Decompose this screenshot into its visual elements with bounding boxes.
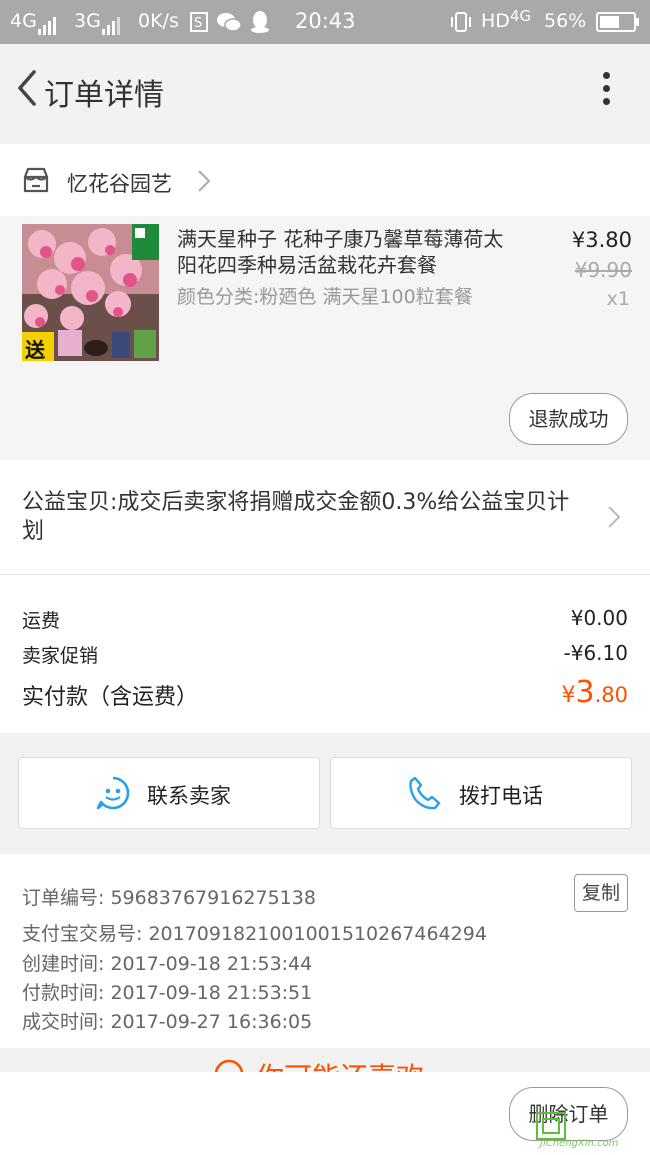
network-speed: 0K/s xyxy=(138,10,179,32)
signal-icon xyxy=(102,13,122,35)
recommend-title: 你可能还喜欢 xyxy=(256,1056,424,1072)
product-price: ¥3.80 xyxy=(571,228,632,252)
promotion-label: 卖家促销 xyxy=(22,645,99,667)
price-summary: 运费 ¥0.00 卖家促销 -¥6.10 实付款（含运费） ¥3.80 xyxy=(0,574,650,733)
battery-icon xyxy=(596,12,640,37)
charity-row[interactable]: 公益宝贝:成交后卖家将捐赠成交金额0.3%给公益宝贝计划 xyxy=(0,460,650,574)
shipping-value: ¥0.00 xyxy=(570,606,628,630)
product-attributes: 颜色分类:粉廼色 满天星100粒套餐 xyxy=(177,286,473,308)
alipay-transaction-number: 支付宝交易号: 2017091821001001510267464294 xyxy=(22,923,487,945)
store-icon xyxy=(22,166,50,198)
chevron-right-icon xyxy=(606,504,622,534)
status-bar: 4G 3G 0K/s S 20:43 HD 4G 56% xyxy=(0,0,650,44)
total-value: ¥3.80 xyxy=(562,675,629,710)
call-seller-label: 拨打电话 xyxy=(459,784,543,808)
signal-icon xyxy=(38,13,58,35)
order-info: 订单编号: 59683767916275138 复制 支付宝交易号: 20170… xyxy=(0,854,650,1048)
charity-text: 公益宝贝:成交后卖家将捐赠成交金额0.3%给公益宝贝计划 xyxy=(22,490,570,544)
chevron-right-icon xyxy=(196,168,212,198)
battery-percent: 56% xyxy=(544,10,587,32)
delete-order-button[interactable]: 删除订单 xyxy=(509,1087,628,1141)
total-integer: 3 xyxy=(575,675,595,710)
network-label-4g-secondary: 4G xyxy=(510,7,532,25)
created-time: 创建时间: 2017-09-18 21:53:44 xyxy=(22,953,313,975)
refund-status-button[interactable]: 退款成功 xyxy=(509,393,628,445)
heart-smile-icon xyxy=(214,1059,244,1072)
product-quantity: x1 xyxy=(606,288,630,310)
page-title: 订单详情 xyxy=(44,78,164,113)
recommend-header: 你可能还喜欢 xyxy=(0,1048,650,1072)
s-badge-icon: S xyxy=(190,12,208,37)
total-currency: ¥ xyxy=(561,683,576,708)
shop-row[interactable]: 忆花谷园艺 xyxy=(0,144,650,216)
chat-bubble-icon xyxy=(95,775,131,815)
order-number: 订单编号: 59683767916275138 xyxy=(22,887,316,909)
wechat-icon xyxy=(216,11,242,38)
more-dots-icon xyxy=(602,72,610,79)
gift-badge: 送 xyxy=(25,338,45,361)
total-decimal: .80 xyxy=(594,683,628,707)
qq-icon xyxy=(250,10,270,39)
paid-time: 付款时间: 2017-09-18 21:53:51 xyxy=(22,982,313,1004)
chevron-left-icon xyxy=(18,70,36,106)
watermark-text: JiChengXin.com xyxy=(540,1138,619,1149)
clock: 20:43 xyxy=(295,9,356,33)
call-seller-button[interactable]: 拨打电话 xyxy=(330,757,632,829)
hd-label: HD xyxy=(481,10,510,32)
more-menu-button[interactable] xyxy=(592,68,620,108)
network-label-3g: 3G xyxy=(74,10,101,32)
shipping-label: 运费 xyxy=(22,610,61,632)
contact-seller-label: 联系卖家 xyxy=(147,784,231,808)
phone-icon xyxy=(407,775,443,815)
footer-bar: 删除订单 JiChengXin.com xyxy=(0,1072,650,1155)
product-title[interactable]: 满天星种子 花种子康乃馨草莓薄荷太阳花四季种易活盆栽花卉套餐 xyxy=(177,226,517,278)
vibrate-icon xyxy=(450,11,472,38)
completed-time: 成交时间: 2017-09-27 16:36:05 xyxy=(22,1011,313,1033)
title-bar: 订单详情 xyxy=(0,44,650,132)
network-label-4g: 4G xyxy=(10,10,37,32)
contact-seller-button[interactable]: 联系卖家 xyxy=(18,757,320,829)
promotion-value: -¥6.10 xyxy=(563,641,628,665)
shop-name: 忆花谷园艺 xyxy=(67,172,172,196)
copy-button[interactable]: 复制 xyxy=(574,874,628,912)
total-label: 实付款（含运费） xyxy=(22,685,199,710)
product-thumbnail[interactable]: 送 xyxy=(22,224,159,361)
product-original-price: ¥9.90 xyxy=(574,258,632,282)
back-button[interactable] xyxy=(12,66,44,110)
svg-text:S: S xyxy=(194,16,202,31)
